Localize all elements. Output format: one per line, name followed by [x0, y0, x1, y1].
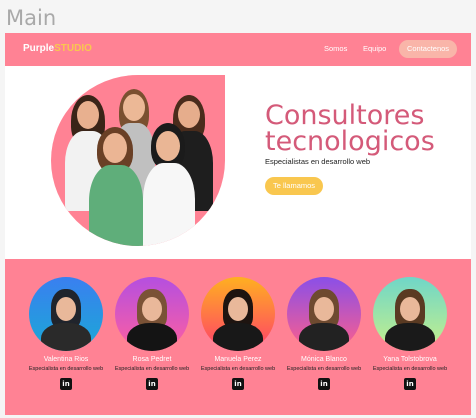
member-name: Rosa Pedret [132, 356, 172, 363]
nav-link-equipo[interactable]: Equipo [363, 44, 386, 53]
team-section: Valentina Rios Especialista en desarroll… [5, 259, 471, 415]
team-member-card: Yana Tolstobrova Especialista en desarro… [365, 277, 455, 391]
hero-subtitle: Especialistas en desarrollo web [265, 157, 371, 166]
logo[interactable]: PurpleSTUDIO [23, 43, 92, 54]
member-name: Mónica Blanco [301, 356, 347, 363]
logo-main: Purple [23, 43, 55, 54]
avatar [115, 277, 189, 351]
contact-button[interactable]: Contactenos [399, 40, 457, 58]
member-name: Yana Tolstobrova [383, 356, 437, 363]
member-role: Especialista en desarrollo web [114, 366, 190, 372]
member-role: Especialista en desarrollo web [200, 366, 276, 372]
avatar [201, 277, 275, 351]
member-name: Valentina Rios [43, 356, 89, 363]
team-member-card: Rosa Pedret Especialista en desarrollo w… [107, 277, 197, 391]
linkedin-icon[interactable]: in [318, 378, 330, 390]
linkedin-icon[interactable]: in [232, 378, 244, 390]
team-member-card: Manuela Perez Especialista en desarrollo… [193, 277, 283, 391]
avatar [287, 277, 361, 351]
member-name: Manuela Perez [214, 356, 262, 363]
member-role: Especialista en desarrollo web [28, 366, 104, 372]
linkedin-icon[interactable]: in [60, 378, 72, 390]
linkedin-icon[interactable]: in [146, 378, 158, 390]
hero-team-photo [51, 75, 225, 246]
hero-title: Consultores tecnologicos [265, 100, 435, 157]
avatar [373, 277, 447, 351]
callback-button[interactable]: Te llamamos [265, 177, 323, 195]
member-role: Especialista en desarrollo web [286, 366, 362, 372]
team-member-card: Mónica Blanco Especialista en desarrollo… [279, 277, 369, 391]
member-role: Especialista en desarrollo web [372, 366, 448, 372]
avatar [29, 277, 103, 351]
linkedin-icon[interactable]: in [404, 378, 416, 390]
frame-label: Main [6, 6, 57, 30]
landing-page: PurpleSTUDIO Somos Equipo Contactenos Co… [5, 33, 471, 415]
logo-accent: STUDIO [54, 43, 92, 54]
team-member-card: Valentina Rios Especialista en desarroll… [21, 277, 111, 391]
nav-link-somos[interactable]: Somos [324, 44, 347, 53]
top-navbar: PurpleSTUDIO Somos Equipo Contactenos [5, 33, 471, 66]
